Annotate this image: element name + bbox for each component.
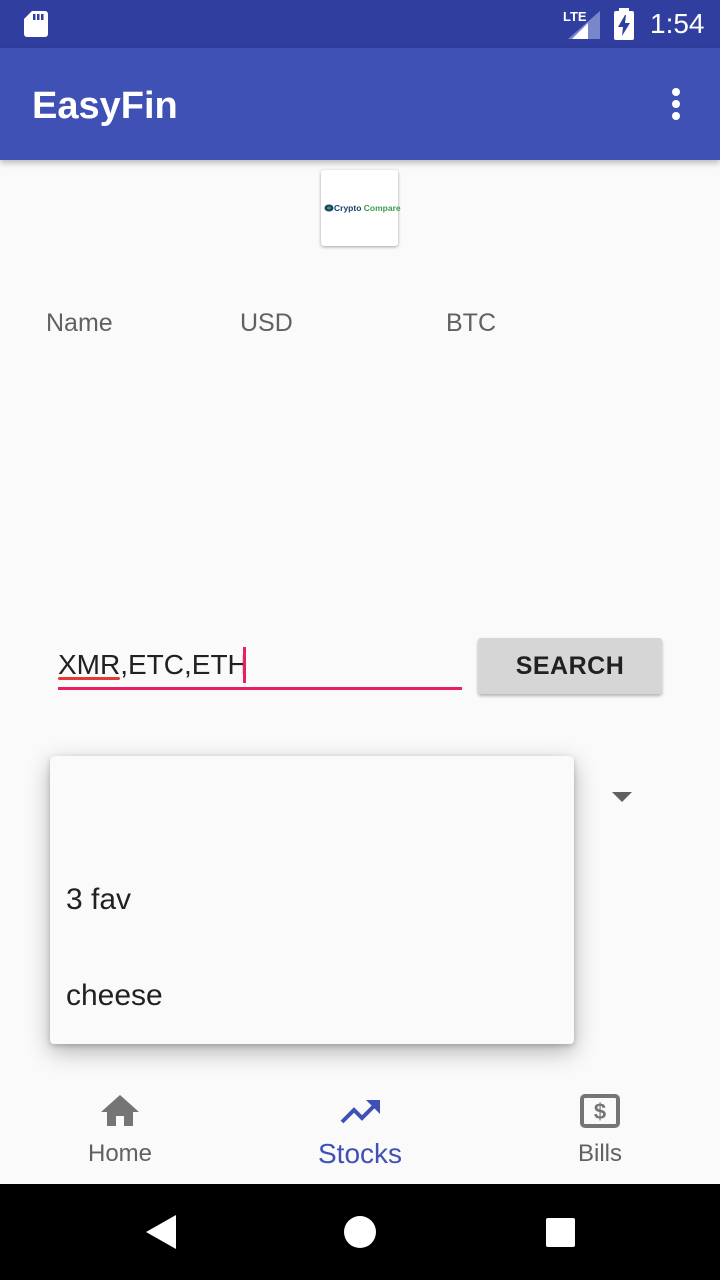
back-icon[interactable] <box>146 1215 176 1249</box>
dropdown-item-empty[interactable] <box>50 756 574 852</box>
nav-item-bills[interactable]: $ Bills <box>480 1080 720 1184</box>
dropdown-item-cheese[interactable]: cheese <box>50 948 574 1044</box>
trending-up-icon <box>340 1100 380 1124</box>
status-clock: 1:54 <box>650 8 705 39</box>
dropdown-item-3-fav[interactable]: 3 fav <box>50 852 574 948</box>
cell-signal-icon <box>568 11 600 39</box>
logo-text: Crypto Compare <box>334 203 401 213</box>
cryptocompare-mark-icon <box>324 204 334 212</box>
column-header-usd: USD <box>240 309 293 337</box>
battery-charging-icon <box>614 8 634 40</box>
nav-item-stocks[interactable]: Stocks <box>240 1080 480 1184</box>
app-bar: EasyFin <box>0 48 720 160</box>
status-bar: LTE 1:54 <box>0 0 720 48</box>
text-cursor <box>243 647 246 683</box>
dollar-bill-icon: $ <box>580 1094 620 1128</box>
spinner-dropdown-arrow-icon[interactable] <box>612 792 632 802</box>
spinner-dropdown-list: 3 fav cheese <box>50 756 574 1044</box>
home-icon <box>101 1095 139 1126</box>
svg-text:$: $ <box>594 1099 606 1124</box>
column-header-name: Name <box>46 309 113 337</box>
home-button-icon[interactable] <box>344 1216 376 1248</box>
nav-label-stocks: Stocks <box>317 1138 403 1169</box>
nav-label-home: Home <box>87 1140 153 1167</box>
search-input-underline <box>58 687 462 690</box>
app-title: EasyFin <box>32 85 178 127</box>
recent-apps-icon[interactable] <box>546 1218 575 1247</box>
search-button[interactable]: SEARCH <box>478 638 662 694</box>
cryptocompare-logo[interactable]: Crypto Compare <box>321 170 401 246</box>
spellcheck-underline <box>58 677 120 680</box>
column-header-btc: BTC <box>446 309 496 337</box>
sd-card-icon <box>24 11 48 37</box>
bottom-navigation: Home Stocks $ Bills <box>0 1080 720 1184</box>
nav-item-home[interactable]: Home <box>0 1080 240 1184</box>
overflow-menu-icon[interactable] <box>658 82 694 126</box>
nav-label-bills: Bills <box>577 1140 622 1167</box>
